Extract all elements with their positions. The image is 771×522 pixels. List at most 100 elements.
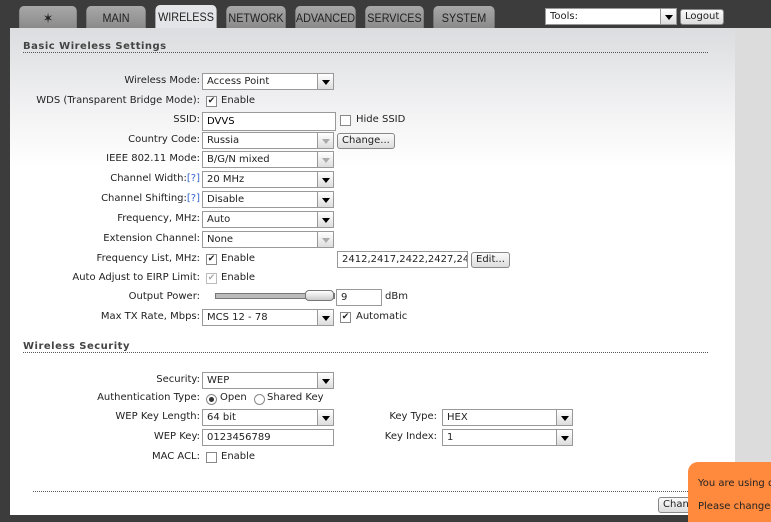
wep-key-input[interactable]: 0123456789 — [202, 429, 334, 446]
unit-text: dBm — [385, 291, 408, 302]
security-section-title: Wireless Security — [23, 341, 130, 352]
tab-network[interactable]: NETWORK — [226, 6, 286, 28]
divider — [33, 491, 708, 492]
chevron-down-icon — [317, 410, 333, 425]
value: Access Point — [207, 76, 270, 87]
value: Russia — [207, 135, 240, 146]
country-label: Country Code: — [128, 134, 200, 145]
wireless-mode-label: Wireless Mode: — [124, 75, 200, 86]
mac-acl-checkbox[interactable] — [206, 452, 217, 463]
tab-services[interactable]: SERVICES — [365, 6, 424, 28]
tab-advanced[interactable]: ADVANCED — [295, 6, 356, 28]
key-length-label: WEP Key Length: — [115, 411, 200, 422]
enable-text: Enable — [221, 253, 256, 264]
channel-width-select[interactable]: 20 MHz — [202, 171, 334, 188]
eirp-checkbox[interactable]: ✔ — [206, 273, 217, 284]
value: MCS 12 - 78 — [207, 312, 268, 323]
value: B/G/N mixed — [207, 154, 270, 165]
wds-enable-text: Enable — [221, 95, 256, 106]
ssid-input[interactable] — [202, 112, 336, 131]
frequency-select[interactable]: Auto — [202, 211, 334, 228]
automatic-text: Automatic — [356, 311, 408, 322]
value: None — [207, 234, 234, 245]
tx-rate-select[interactable]: MCS 12 - 78 — [202, 309, 334, 326]
extension-label: Extension Channel: — [103, 233, 200, 244]
auth-label: Authentication Type: — [97, 392, 200, 403]
channel-shifting-select[interactable]: Disable — [202, 191, 334, 208]
logo-tab[interactable]: ✶ — [19, 6, 77, 28]
security-label: Security: — [156, 374, 200, 385]
edit-button[interactable]: Edit... — [471, 252, 510, 268]
mac-acl-label: MAC ACL: — [151, 451, 200, 462]
value: 64 bit — [207, 412, 236, 423]
ubiquiti-logo-icon: ✶ — [42, 10, 54, 26]
tab-main[interactable]: MAIN — [86, 6, 146, 28]
tab-wireless[interactable]: WIRELESS — [155, 5, 217, 29]
key-index-select[interactable]: 1 — [442, 429, 573, 446]
divider — [23, 52, 708, 53]
value: HEX — [447, 412, 468, 423]
enable-text: Enable — [221, 272, 256, 283]
chevron-down-icon — [317, 212, 333, 227]
chevron-down-icon — [317, 192, 333, 207]
shared-key-radio[interactable] — [254, 394, 265, 405]
basic-section-title: Basic Wireless Settings — [23, 41, 167, 52]
chevron-down-icon — [317, 152, 333, 167]
freq-list-input[interactable]: 2412,2417,2422,2427,2432 — [337, 251, 468, 268]
help-link[interactable]: [?] — [187, 173, 200, 184]
chevron-down-icon — [317, 232, 333, 247]
chevron-down-icon — [556, 410, 572, 425]
chevron-down-icon — [317, 74, 333, 89]
wep-key-label: WEP Key: — [153, 431, 200, 442]
shared-key-text: Shared Key — [267, 392, 324, 403]
ieee-mode-select[interactable]: B/G/N mixed — [202, 151, 334, 168]
chevron-down-icon — [317, 172, 333, 187]
enable-text: Enable — [221, 451, 256, 462]
chevron-down-icon — [660, 9, 676, 24]
right-margin — [735, 28, 771, 515]
hide-ssid-text: Hide SSID — [356, 114, 406, 125]
text: Channel Shifting: — [101, 193, 187, 204]
wds-checkbox[interactable]: ✔ — [206, 96, 217, 107]
value: WEP — [207, 375, 230, 386]
tools-value: Tools: — [550, 11, 579, 22]
value: Disable — [207, 194, 245, 205]
automatic-checkbox[interactable]: ✔ — [340, 312, 351, 323]
channel-width-label: Channel Width:[?] — [110, 171, 200, 187]
logout-button[interactable]: Logout — [680, 9, 725, 25]
security-select[interactable]: WEP — [202, 372, 334, 389]
chevron-down-icon — [556, 430, 572, 445]
toast-line-1: You are using d — [698, 478, 771, 489]
value: Auto — [207, 214, 231, 225]
text: Channel Width: — [110, 173, 187, 184]
key-index-label: Key Index: — [384, 431, 437, 442]
open-radio[interactable] — [206, 394, 217, 405]
ssid-label: SSID: — [173, 114, 200, 125]
tools-select[interactable]: Tools: — [545, 8, 677, 25]
hide-ssid-checkbox[interactable] — [340, 115, 351, 126]
change-country-button[interactable]: Change... — [337, 133, 395, 149]
ieee-label: IEEE 802.11 Mode: — [106, 153, 200, 164]
tab-system[interactable]: SYSTEM — [433, 6, 495, 28]
key-length-select[interactable]: 64 bit — [202, 409, 334, 426]
open-text: Open — [220, 392, 247, 403]
chevron-down-icon — [317, 310, 333, 325]
value: 20 MHz — [207, 174, 245, 185]
wds-label: WDS (Transparent Bridge Mode): — [36, 95, 200, 106]
country-select[interactable]: Russia — [202, 132, 334, 149]
chevron-down-icon — [317, 133, 333, 148]
tx-rate-label: Max TX Rate, Mbps: — [100, 311, 200, 322]
frequency-label: Frequency, MHz: — [117, 213, 200, 224]
extension-select[interactable]: None — [202, 231, 334, 248]
divider — [23, 352, 708, 353]
key-type-select[interactable]: HEX — [442, 409, 573, 426]
warning-toast: You are using d Please change — [688, 462, 771, 522]
chevron-down-icon — [317, 373, 333, 388]
freq-list-checkbox[interactable]: ✔ — [206, 254, 217, 265]
eirp-label: Auto Adjust to EIRP Limit: — [72, 272, 200, 283]
power-slider-handle[interactable] — [305, 290, 334, 301]
wireless-mode-select[interactable]: Access Point — [202, 73, 334, 90]
freq-list-label: Frequency List, MHz: — [96, 253, 200, 264]
power-input[interactable]: 9 — [336, 289, 382, 306]
help-link[interactable]: [?] — [187, 193, 200, 204]
